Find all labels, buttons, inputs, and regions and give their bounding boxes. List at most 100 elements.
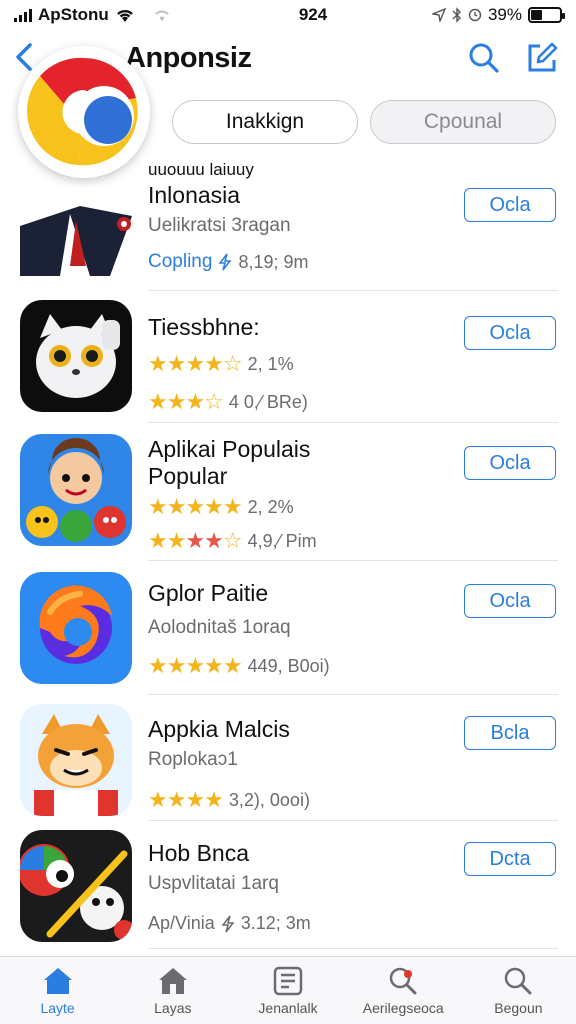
star-rating-icon: ★★★★☆ <box>148 351 243 376</box>
app-info: Appkia Malcis Roplokaɔ1 ★★★★ 3,2), 0ooi) <box>148 716 448 813</box>
rating-text: 4 0,⁄ BRe) <box>228 391 308 412</box>
signal-icon <box>14 8 32 22</box>
list-item[interactable]: Gplor Paitie Aolodnitaš 1oraq ★★★★★ 449,… <box>0 560 576 695</box>
app-info: Tiessbhne: ★★★★☆ 2, 1% ★★★☆ 4 0,⁄ BRe) <box>148 314 448 415</box>
tab-bar-label: Begoun <box>494 999 543 1016</box>
game-app-icon <box>20 434 132 546</box>
tab-bar-item-begoun[interactable]: Begoun <box>461 957 576 1024</box>
lightning-icon <box>218 253 232 271</box>
app-name: Gplor Paitie <box>148 580 269 606</box>
billiards-app-icon <box>20 830 132 942</box>
tab-cpounal[interactable]: Cpounal <box>370 100 556 144</box>
app-name: Aplikai Populais <box>148 436 311 462</box>
star-rating-icon: ★★★★★ <box>148 653 243 678</box>
app-info: Gplor Paitie Aolodnitaš 1oraq ★★★★★ 449,… <box>148 580 448 679</box>
rating-line: ★★★☆ 4 0,⁄ BRe) <box>148 389 448 415</box>
battery-percent: 39% <box>487 5 522 24</box>
status-right: 39% <box>392 5 565 25</box>
nav-actions <box>468 42 558 74</box>
tab-bar-label: Jenanlalk <box>258 999 318 1016</box>
tab-bar-item-aerilegseoca[interactable]: Aerilegseoca <box>346 957 461 1024</box>
rating-line: ★★★★★ 449, B0oi) <box>148 653 448 679</box>
rating-text: 4,9,⁄ Pim <box>247 530 317 551</box>
mascot-app-icon <box>20 186 132 276</box>
tab-bar-item-layte[interactable]: Layte <box>0 957 115 1024</box>
search-icon <box>389 967 417 994</box>
meta-link[interactable]: Copling <box>148 251 212 273</box>
cat-app-icon <box>20 300 132 412</box>
star-rating-icon: ★★★★ <box>148 787 224 812</box>
lightning-icon <box>221 915 235 932</box>
app-subtitle: Aolodnitaš 1oraq <box>148 617 291 638</box>
get-button[interactable]: Bcla <box>464 716 556 750</box>
list-item[interactable]: Tiessbhne: ★★★★☆ 2, 1% ★★★☆ 4 0,⁄ BRe) O… <box>0 290 576 423</box>
app-name-line2: Popular <box>148 463 228 489</box>
segmented-tabs: Inakkign Cpounal <box>172 100 556 144</box>
star-rating-icon: ★★★★☆ <box>148 528 243 553</box>
wifi-icon-faded <box>154 10 169 22</box>
meta-line: Copling 8,19; 9m <box>148 251 448 273</box>
app-name: Appkia Malcis <box>148 716 290 742</box>
hamster-app-icon <box>20 704 132 816</box>
get-button[interactable]: Ocla <box>464 188 556 222</box>
home-icon <box>43 967 72 994</box>
app-name: Inlonasia <box>148 182 241 208</box>
tab-bar-item-jenanlalk[interactable]: Jenanlalk <box>230 957 345 1024</box>
tab-inakkign[interactable]: Inakkign <box>172 100 358 144</box>
browser-fox-app-icon <box>20 572 132 684</box>
app-subtitle: Roplokaɔ1 <box>148 749 238 770</box>
meta-text-pre: Ap/Vinia <box>148 913 215 933</box>
tab-bar-label: Layas <box>154 999 192 1016</box>
rating-line: ★★★★★ 2, 2% <box>148 494 448 520</box>
status-left: ApStonu <box>14 5 234 25</box>
app-subtitle: Uelikratsi 3ragan <box>148 215 291 236</box>
rating-line: ★★★★☆ 4,9,⁄ Pim <box>148 528 448 554</box>
meta-text: 8,19; 9m <box>238 251 309 272</box>
app-name: Tiessbhne: <box>148 314 260 340</box>
rating-text: 3,2), 0ooi) <box>228 789 310 810</box>
carrier-label: ApStonu <box>38 5 109 24</box>
list-icon <box>273 966 303 995</box>
star-rating-icon: ★★★☆ <box>148 389 224 414</box>
status-bar: ApStonu 924 39% <box>0 0 576 30</box>
star-rating-icon: ★★★★★ <box>148 494 243 519</box>
app-name: Hob Bnca <box>148 840 250 866</box>
bluetooth-icon <box>452 7 461 23</box>
divider <box>148 948 558 949</box>
get-button[interactable]: Ocla <box>464 584 556 618</box>
app-subtitle: Uspvlitatai 1arq <box>148 873 279 894</box>
alarm-icon <box>468 8 482 22</box>
search-icon[interactable] <box>468 42 500 74</box>
rating-line: ★★★★☆ 2, 1% <box>148 351 448 377</box>
browser-logo-icon <box>18 46 150 178</box>
app-info: Hob Bnca Uspvlitatai 1arq Ap/Vinia 3.12;… <box>148 840 448 934</box>
meta-line: Ap/Vinia 3.12; 3m <box>148 913 448 934</box>
page-title: Anponsiz <box>125 42 252 74</box>
app-info: Aplikai Populais Popular ★★★★★ 2, 2% ★★★… <box>148 436 448 554</box>
get-button[interactable]: Dcta <box>464 842 556 876</box>
wifi-icon <box>116 9 133 22</box>
rating-text: 449, B0oi) <box>247 655 330 676</box>
small-heading: uuouuu laiuuy <box>148 160 254 179</box>
search-icon <box>505 967 532 994</box>
battery-fill <box>531 10 542 20</box>
app-info: uuouuu laiuuy Inlonasia Uelikratsi 3raga… <box>148 160 448 273</box>
tab-bar: Layte Layas Jenanlalk Aerilegseoca Begou… <box>0 956 576 1024</box>
rating-text: 2, 1% <box>247 353 294 374</box>
get-button[interactable]: Ocla <box>464 446 556 480</box>
tab-bar-label: Aerilegseoca <box>362 999 444 1016</box>
list-item[interactable]: Appkia Malcis Roplokaɔ1 ★★★★ 3,2), 0ooi)… <box>0 694 576 821</box>
get-button[interactable]: Ocla <box>464 316 556 350</box>
list-item[interactable]: Aplikai Populais Popular ★★★★★ 2, 2% ★★★… <box>0 422 576 561</box>
rating-text: 2, 2% <box>247 496 294 517</box>
list-item[interactable]: Hob Bnca Uspvlitatai 1arq Ap/Vinia 3.12;… <box>0 820 576 950</box>
chevron-left-icon <box>16 43 32 71</box>
battery-icon <box>528 7 565 23</box>
rating-line: ★★★★ 3,2), 0ooi) <box>148 787 448 813</box>
location-icon <box>431 8 446 22</box>
meta-text: 3.12; 3m <box>240 913 311 933</box>
tab-bar-label: Layte <box>40 999 75 1016</box>
compose-icon[interactable] <box>526 42 558 74</box>
home-icon <box>158 967 187 994</box>
tab-bar-item-layas[interactable]: Layas <box>115 957 230 1024</box>
